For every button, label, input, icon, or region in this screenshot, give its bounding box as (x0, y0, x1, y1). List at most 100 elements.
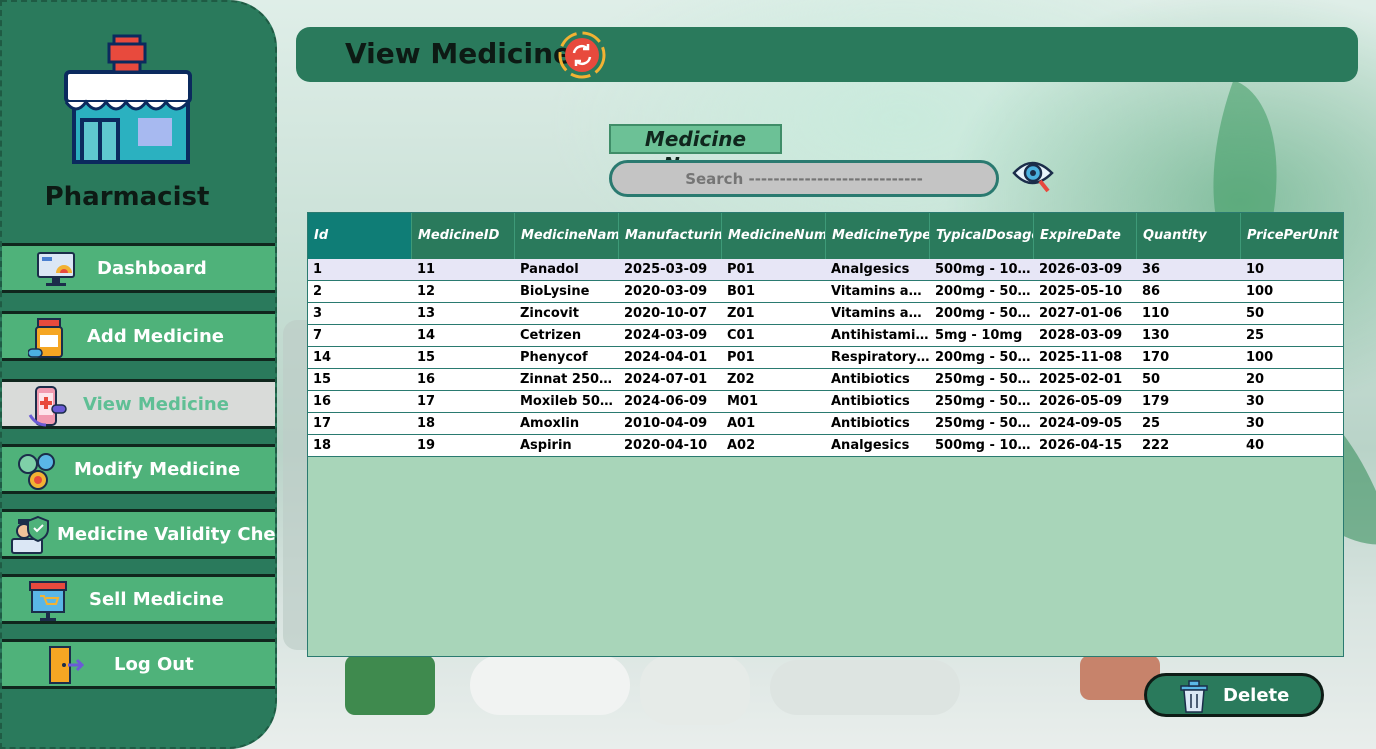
page-title: View Medicine (345, 37, 572, 70)
doctor-shield-icon (10, 515, 50, 555)
table-cell: Z02 (727, 372, 755, 387)
table-cell: 50 (1142, 372, 1161, 387)
table-cell: Antibiotics (831, 372, 910, 387)
search-input[interactable] (609, 160, 999, 197)
table-cell: Vitamins and Minerals (831, 284, 930, 299)
sidebar-item-label: Medicine Validity Check (57, 523, 277, 545)
table-row[interactable]: 1 11 Panadol 2025-03-09 P01 Analgesics 500mg -… (308, 259, 1343, 281)
table-cell: Zincovit (520, 306, 579, 321)
sidebar-item-view-medicine[interactable]: View Medicine (2, 379, 275, 429)
column-header[interactable]: MedicineType (826, 213, 930, 259)
column-header[interactable]: MedicineID (412, 213, 515, 259)
table-row[interactable]: 7 14 Cetrizen 2024-03-09 C01 Antihistamines 5m… (308, 325, 1343, 347)
dashboard-monitor-icon (36, 249, 76, 289)
table-cell: Moxileb 500mg (520, 394, 619, 409)
sidebar-item-modify-medicine[interactable]: Modify Medicine (2, 444, 275, 494)
table-cell: 2010-04-09 (624, 416, 708, 431)
table-cell: 14 (313, 350, 332, 365)
table-cell: Antihistamines (831, 328, 930, 343)
table-cell: 16 (313, 394, 332, 409)
table-cell: A02 (727, 438, 756, 453)
table-cell: 15 (313, 372, 332, 387)
table-cell: 18 (313, 438, 332, 453)
table-row[interactable]: 15 16 Zinnat 250mg 2024-07-01 Z02 Antibiotics… (308, 369, 1343, 391)
table-cell: 7 (313, 328, 323, 343)
table-cell: 12 (417, 284, 436, 299)
table-cell: Antibiotics (831, 416, 910, 431)
table-row[interactable]: 3 13 Zincovit 2020-10-07 Z01 Vitamins and Min… (308, 303, 1343, 325)
column-header[interactable]: MedicineNumber (722, 213, 826, 259)
table-cell: 2026-03-09 (1039, 262, 1123, 277)
table-cell: 15 (417, 350, 436, 365)
table-cell: Amoxlin (520, 416, 580, 431)
column-header[interactable]: Quantity (1137, 213, 1241, 259)
molecules-icon (16, 450, 56, 490)
table-cell: P01 (727, 350, 755, 365)
sidebar-item-dashboard[interactable]: Dashboard (2, 243, 275, 293)
sidebar-item-add-medicine[interactable]: Add Medicine (2, 311, 275, 361)
table-cell: 179 (1142, 394, 1170, 409)
table-cell: Z01 (727, 306, 755, 321)
sidebar-item-label: Dashboard (97, 257, 207, 279)
table-cell: 17 (417, 394, 436, 409)
page-header: View Medicine (296, 27, 1358, 82)
table-cell: 2026-05-09 (1039, 394, 1123, 409)
table-cell: Cetrizen (520, 328, 582, 343)
table-cell: B01 (727, 284, 755, 299)
table-cell: 13 (417, 306, 436, 321)
table-cell: 2026-04-15 (1039, 438, 1123, 453)
column-header[interactable]: ExpireDate (1034, 213, 1137, 259)
medicine-bottle-icon (27, 317, 68, 358)
table-cell: 2 (313, 284, 323, 299)
table-row[interactable]: 16 17 Moxileb 500mg 2024-06-09 M01 Antibiotic… (308, 391, 1343, 413)
sidebar-item-medicine-validity-check[interactable]: Medicine Validity Check (2, 509, 277, 559)
table-cell: C01 (727, 328, 755, 343)
table-cell: 40 (1246, 438, 1265, 453)
table-cell: 2024-06-09 (624, 394, 708, 409)
table-cell: 30 (1246, 394, 1265, 409)
table-cell: Vitamins and Minerals (831, 306, 930, 321)
table-cell: 250mg - 500mg (935, 372, 1034, 387)
table-cell: Analgesics (831, 438, 910, 453)
table-cell: 36 (1142, 262, 1161, 277)
table-cell: 2027-01-06 (1039, 306, 1123, 321)
table-cell: 250mg - 500mg (935, 394, 1034, 409)
table-row[interactable]: 2 12 BioLysine 2020-03-09 B01 Vitamins and Mi… (308, 281, 1343, 303)
table-cell: Panadol (520, 262, 579, 277)
table-cell: Zinnat 250mg (520, 372, 619, 387)
table-cell: 30 (1246, 416, 1265, 431)
table-cell: 18 (417, 416, 436, 431)
column-header[interactable]: MedicineName (515, 213, 619, 259)
table-cell: 170 (1142, 350, 1170, 365)
delete-label: Delete (1223, 685, 1290, 706)
column-header[interactable]: ManufacturingDate (619, 213, 722, 259)
sidebar-item-sell-medicine[interactable]: Sell Medicine (2, 574, 275, 624)
column-header[interactable]: Id (308, 213, 412, 259)
table-cell: 2020-10-07 (624, 306, 708, 321)
table-cell: 14 (417, 328, 436, 343)
column-header[interactable]: TypicalDosage (930, 213, 1034, 259)
table-cell: 200mg - 500mg (935, 350, 1034, 365)
table-cell: BioLysine (520, 284, 590, 299)
table-cell: 1 (313, 262, 323, 277)
table-row[interactable]: 18 19 Aspirin 2020-04-10 A02 Analgesics 500mg … (308, 435, 1343, 457)
sidebar-item-label: Add Medicine (87, 325, 225, 347)
table-cell: 20 (1246, 372, 1265, 387)
refresh-icon[interactable] (558, 31, 606, 79)
sidebar-item-label: Log Out (114, 653, 194, 675)
delete-button[interactable]: Delete (1144, 673, 1324, 717)
door-exit-icon (46, 645, 86, 685)
sidebar-item-log-out[interactable]: Log Out (2, 639, 275, 689)
table-cell: Respiratory Drugs (831, 350, 930, 365)
table-cell: 2025-11-08 (1039, 350, 1123, 365)
table-cell: 100 (1246, 284, 1274, 299)
eye-magnifier-icon[interactable] (1010, 155, 1058, 197)
table-cell: 100 (1246, 350, 1274, 365)
medicine-table[interactable]: IdMedicineIDMedicineNameManufacturingDat… (307, 212, 1344, 657)
table-cell: 110 (1142, 306, 1170, 321)
table-row[interactable]: 17 18 Amoxlin 2010-04-09 A01 Antibiotics 250mg… (308, 413, 1343, 435)
table-cell: 50 (1246, 306, 1265, 321)
column-header[interactable]: PricePerUnit (1241, 213, 1343, 259)
table-cell: 222 (1142, 438, 1170, 453)
table-row[interactable]: 14 15 Phenycof 2024-04-01 P01 Respiratory Dru… (308, 347, 1343, 369)
